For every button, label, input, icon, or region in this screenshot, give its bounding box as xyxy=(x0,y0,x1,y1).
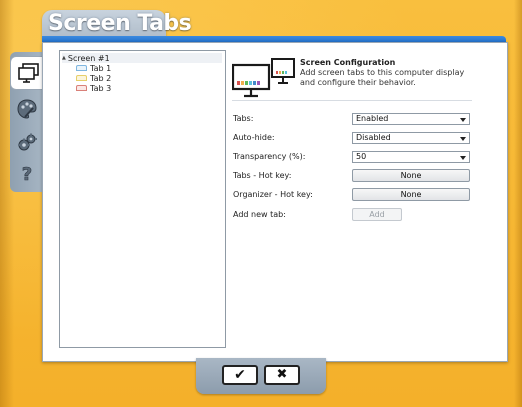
tree-item-label: Tab 3 xyxy=(90,83,112,93)
question-icon: ? xyxy=(21,164,32,184)
tree-item-tab-3[interactable]: Tab 3 xyxy=(76,83,111,93)
add-tab-button[interactable]: Add xyxy=(352,208,402,221)
chevron-down-icon xyxy=(460,137,466,141)
tab-color-icon xyxy=(76,75,87,81)
chevron-down-icon xyxy=(460,118,466,122)
side-tab-settings[interactable] xyxy=(10,126,44,160)
add-new-tab-label: Add new tab: xyxy=(233,210,286,219)
tabs-select-value: Enabled xyxy=(356,114,389,123)
tabs-hotkey-button[interactable]: None xyxy=(352,169,470,182)
transparency-select-value: 50 xyxy=(356,152,367,161)
auto-hide-select[interactable]: Disabled xyxy=(352,132,470,144)
tree-item-tab-2[interactable]: Tab 2 xyxy=(76,73,111,83)
screen-tree[interactable]: ▲ Screen #1 Tab 1 Tab 2 Tab 3 xyxy=(59,50,226,348)
transparency-label: Transparency (%): xyxy=(233,152,306,161)
tree-item-label: Tab 1 xyxy=(90,63,112,73)
action-bar xyxy=(196,358,326,394)
header-divider xyxy=(232,100,472,101)
transparency-select[interactable]: 50 xyxy=(352,151,470,163)
svg-text:?: ? xyxy=(22,164,32,184)
chevron-down-icon xyxy=(460,156,466,160)
tab-color-icon xyxy=(76,65,87,71)
organizer-hotkey-button[interactable]: None xyxy=(352,188,470,201)
tabs-hotkey-label: Tabs - Hot key: xyxy=(233,171,292,180)
side-tab-appearance[interactable] xyxy=(10,92,44,126)
side-tab-help[interactable]: ? xyxy=(10,156,44,190)
tree-expander-icon[interactable]: ▲ xyxy=(62,55,66,61)
tabs-select[interactable]: Enabled xyxy=(352,113,470,125)
side-tab-screens[interactable] xyxy=(10,56,46,90)
app-title: Screen Tabs xyxy=(48,11,192,36)
check-icon: ✔ xyxy=(234,367,246,383)
config-description: Add screen tabs to this computer display… xyxy=(300,68,465,87)
tabs-label: Tabs: xyxy=(233,114,254,123)
auto-hide-label: Auto-hide: xyxy=(233,133,275,142)
ok-button[interactable]: ✔ xyxy=(222,365,258,385)
tree-item-tab-1[interactable]: Tab 1 xyxy=(76,63,111,73)
close-icon: ✖ xyxy=(276,367,288,382)
organizer-hotkey-label: Organizer - Hot key: xyxy=(233,190,313,199)
auto-hide-select-value: Disabled xyxy=(356,133,391,142)
tab-color-icon xyxy=(76,85,87,91)
screen-configuration-icon xyxy=(232,58,295,98)
monitor-icon xyxy=(17,63,39,83)
gears-icon xyxy=(18,133,37,151)
right-edge-shadow xyxy=(514,0,522,407)
config-title: Screen Configuration xyxy=(300,58,396,67)
tree-root-screen[interactable]: ▲ Screen #1 xyxy=(62,53,222,63)
tree-item-label: Tab 2 xyxy=(90,73,112,83)
tree-root-label: Screen #1 xyxy=(67,53,110,63)
cancel-button[interactable]: ✖ xyxy=(264,365,300,385)
palette-icon xyxy=(17,99,37,119)
